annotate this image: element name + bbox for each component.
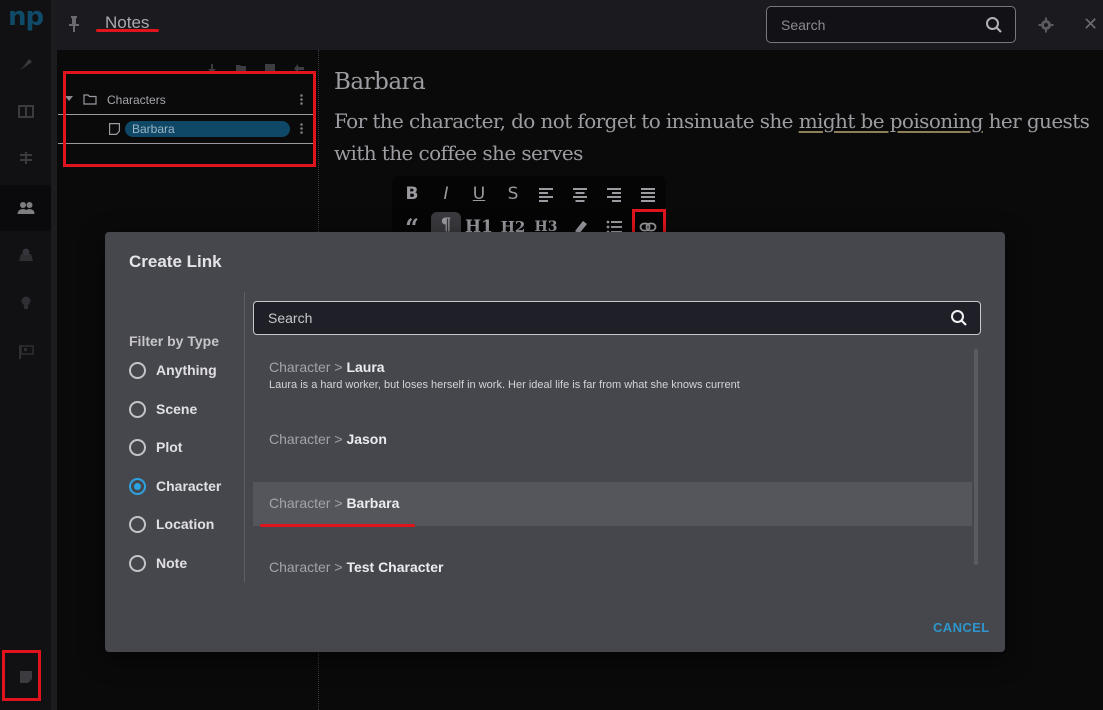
radio-label: Plot: [156, 439, 183, 455]
lightbulb-icon: [21, 296, 30, 309]
radio-label: Scene: [156, 401, 198, 417]
result-path: Character > Barbara: [269, 495, 400, 511]
align-left-button[interactable]: [531, 181, 561, 207]
annotation-underline-selected: [260, 524, 415, 527]
selected-link-text[interactable]: might be poisoning: [799, 109, 984, 133]
radio-circle[interactable]: [129, 477, 146, 495]
note-editor[interactable]: Barbara For the character, do not forget…: [334, 64, 1103, 169]
result-path: Character > Jason: [269, 431, 387, 447]
link-search: [253, 301, 981, 335]
download-icon[interactable]: [207, 60, 217, 73]
new-note-icon[interactable]: [265, 60, 275, 73]
radio-circle[interactable]: [129, 554, 146, 572]
result-item[interactable]: Character > Laura Laura is a hard worker…: [253, 346, 972, 408]
search-icon[interactable]: [950, 309, 968, 327]
link-search-input[interactable]: [254, 302, 934, 334]
top-search-input[interactable]: [767, 7, 977, 42]
radio-label: Note: [156, 555, 188, 571]
filter-radio-plot[interactable]: Plot: [129, 437, 182, 457]
align-right-icon: [607, 188, 621, 202]
result-description: Laura is a hard worker, but loses hersel…: [269, 379, 740, 391]
users-icon: [17, 202, 34, 214]
result-item-selected[interactable]: Character > Barbara: [253, 482, 972, 526]
rail-item-locations[interactable]: [0, 232, 51, 278]
dialog-divider: [244, 292, 245, 582]
columns-icon: [17, 105, 34, 118]
dialog-title: Create Link: [129, 252, 222, 271]
align-center-button[interactable]: [565, 181, 595, 207]
result-item[interactable]: Character > Jason: [253, 408, 972, 472]
top-search: [766, 6, 1016, 43]
search-icon[interactable]: [985, 16, 1003, 34]
align-center-icon: [573, 188, 587, 202]
annotation-underline-title: [96, 29, 159, 32]
italic-button[interactable]: I: [431, 181, 461, 207]
underline-button[interactable]: U: [464, 181, 494, 207]
justify-button[interactable]: [633, 181, 663, 207]
rail-item-goals[interactable]: [0, 329, 51, 375]
radio-label: Character: [156, 478, 222, 494]
pen-nib-icon: [19, 59, 32, 70]
justify-icon: [641, 188, 655, 202]
close-icon[interactable]: ✕: [1083, 15, 1098, 33]
top-bar: Notes ✕: [57, 0, 1103, 50]
radio-label: Location: [156, 516, 215, 532]
result-path: Character > Laura: [269, 359, 385, 375]
note-body: For the character, do not forget to insi…: [334, 105, 1103, 169]
radio-circle[interactable]: [129, 438, 146, 456]
rail-item-ideas[interactable]: [0, 280, 51, 326]
rail-item-characters[interactable]: [0, 185, 51, 231]
bold-button[interactable]: B: [397, 181, 427, 207]
app-logo: np: [7, 2, 44, 32]
rail-item-timeline[interactable]: [0, 135, 51, 181]
cancel-button[interactable]: CANCEL: [933, 620, 990, 635]
timeline-icon: [19, 152, 32, 164]
filter-radio-location[interactable]: Location: [129, 514, 214, 534]
filter-radio-scene[interactable]: Scene: [129, 399, 197, 419]
link-results-list: Character > Laura Laura is a hard worker…: [253, 346, 973, 575]
radio-label: Anything: [156, 362, 217, 378]
rail-item-board[interactable]: [0, 88, 51, 134]
result-path: Character > Test Character: [269, 559, 444, 575]
filter-title: Filter by Type: [129, 333, 219, 349]
radio-circle[interactable]: [129, 400, 146, 418]
nav-rail: np: [0, 0, 51, 710]
annotation-box-tree: [63, 71, 316, 167]
create-link-dialog: Create Link Filter by Type Anything Scen…: [105, 232, 1005, 652]
new-folder-icon[interactable]: [236, 60, 246, 73]
map-marker-icon: [18, 248, 33, 261]
align-right-button[interactable]: [599, 181, 629, 207]
app-window: np Notes Search ✕ Characters Barbara Bar…: [0, 0, 1103, 710]
body-text: For the character, do not forget to insi…: [334, 109, 799, 133]
back-icon[interactable]: [294, 60, 304, 73]
radio-circle[interactable]: [129, 361, 146, 379]
results-scrollbar[interactable]: [974, 349, 978, 565]
filter-radio-character[interactable]: Character: [129, 476, 221, 496]
note-heading: Barbara: [334, 69, 426, 95]
filter-radio-anything[interactable]: Anything: [129, 360, 217, 380]
tree-toolbar: [207, 60, 304, 73]
align-left-icon: [539, 188, 553, 202]
flag-checkered-icon: [18, 345, 34, 359]
pin-icon[interactable]: [67, 15, 81, 33]
annotation-box-notes-rail: [2, 650, 41, 701]
gear-icon[interactable]: [1038, 17, 1054, 33]
filter-radio-note[interactable]: Note: [129, 553, 187, 573]
radio-circle[interactable]: [129, 515, 146, 533]
strikethrough-button[interactable]: S: [498, 181, 528, 207]
rail-item-write[interactable]: [0, 41, 51, 87]
result-item[interactable]: Character > Test Character: [253, 542, 972, 582]
